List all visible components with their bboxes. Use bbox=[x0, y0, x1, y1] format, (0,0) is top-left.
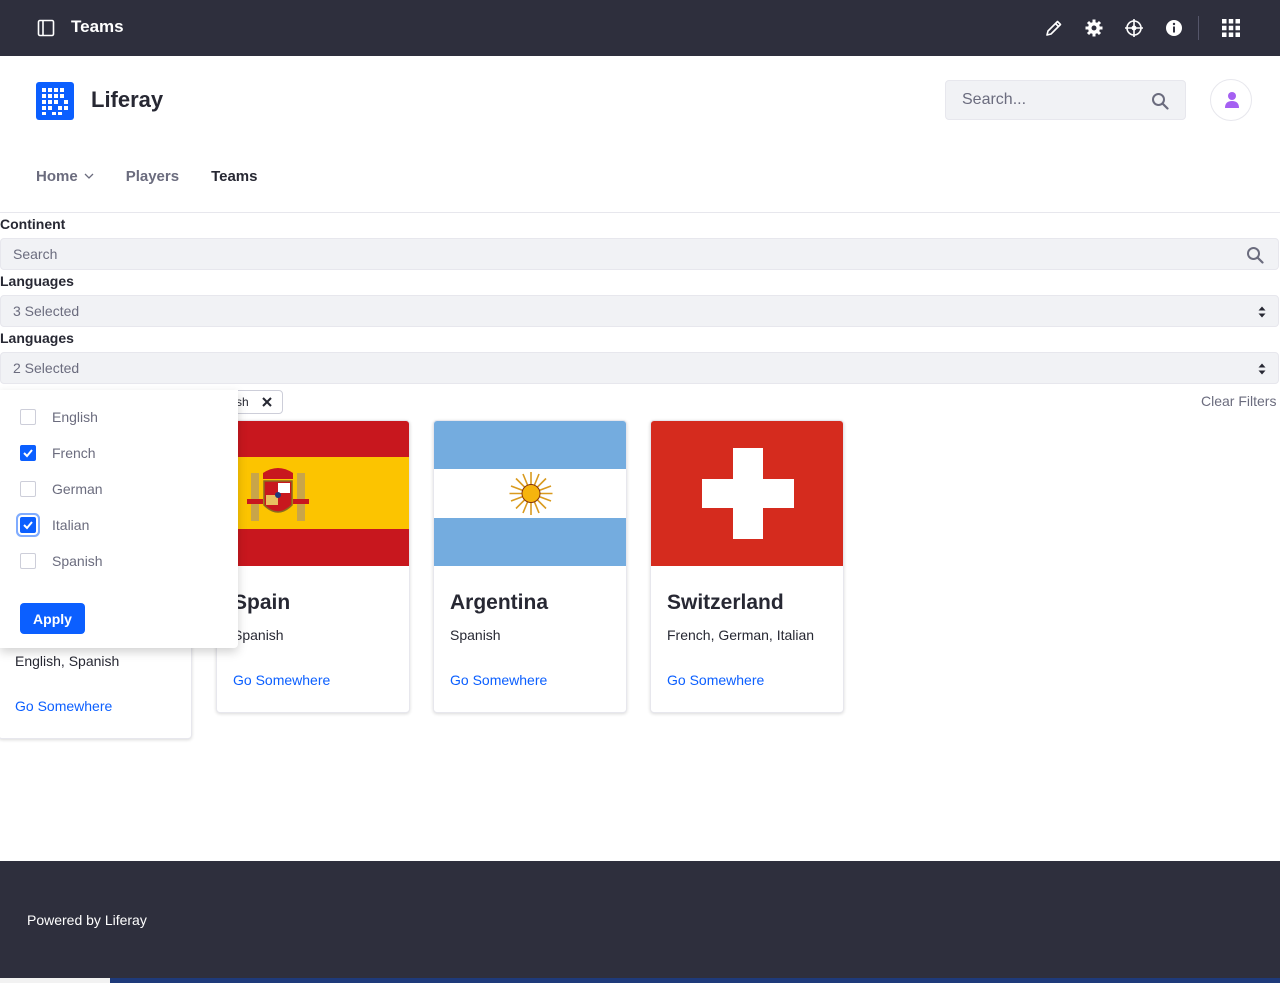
checkbox[interactable] bbox=[20, 409, 36, 425]
gear-icon[interactable] bbox=[1084, 18, 1104, 38]
languages-dropdown-menu: English French German Italian Spanish Ap… bbox=[0, 390, 238, 648]
nav-item-teams[interactable]: Teams bbox=[211, 166, 257, 186]
team-languages: French, German, Italian bbox=[667, 627, 815, 643]
nav-item-label: Home bbox=[36, 167, 78, 185]
user-avatar[interactable] bbox=[1210, 79, 1252, 121]
nav-item-label: Teams bbox=[211, 167, 258, 185]
go-somewhere-link[interactable]: Go Somewhere bbox=[15, 698, 112, 714]
user-icon bbox=[1225, 92, 1239, 108]
language-option-label: Italian bbox=[52, 517, 90, 533]
site-name[interactable]: Liferay bbox=[91, 87, 163, 113]
languages-select-value: 2 Selected bbox=[13, 360, 80, 376]
nav-item-players[interactable]: Players bbox=[126, 166, 179, 186]
go-somewhere-link[interactable]: Go Somewhere bbox=[233, 672, 330, 688]
language-option-label: German bbox=[52, 481, 103, 497]
checkbox[interactable] bbox=[20, 553, 36, 569]
nav-item-home[interactable]: Home bbox=[36, 166, 94, 186]
team-languages: Spanish bbox=[233, 627, 284, 643]
language-option-spanish[interactable]: Spanish bbox=[20, 553, 103, 569]
language-option-french[interactable]: French bbox=[20, 445, 96, 461]
argentina-flag-image bbox=[434, 421, 626, 566]
apps-grid-icon[interactable] bbox=[1221, 18, 1241, 38]
close-icon[interactable] bbox=[261, 396, 273, 408]
language-option-german[interactable]: German bbox=[20, 481, 103, 497]
team-title: Argentina bbox=[450, 591, 549, 614]
clear-filters-link[interactable]: Clear Filters bbox=[1201, 393, 1276, 409]
checkbox[interactable] bbox=[20, 517, 36, 533]
team-title: Spain bbox=[233, 591, 291, 614]
toolbar-divider bbox=[1198, 16, 1199, 40]
continent-search-placeholder: Search bbox=[13, 246, 58, 262]
language-option-italian[interactable]: Italian bbox=[20, 517, 89, 533]
nav-item-label: Players bbox=[125, 167, 180, 185]
control-menu: Teams bbox=[0, 0, 1280, 56]
team-languages: Spanish bbox=[450, 627, 501, 643]
language-option-label: Spanish bbox=[52, 553, 103, 569]
liferay-logo[interactable] bbox=[36, 82, 74, 120]
continent-search-field[interactable]: Search bbox=[0, 238, 1279, 270]
select-caret-icon bbox=[1258, 306, 1266, 318]
language-option-label: French bbox=[52, 445, 96, 461]
team-card-spain: Spain Spanish Go Somewhere bbox=[216, 420, 410, 713]
checkbox[interactable] bbox=[20, 481, 36, 497]
search-icon[interactable] bbox=[1246, 246, 1264, 264]
team-card-switzerland: Switzerland French, German, Italian Go S… bbox=[650, 420, 844, 713]
page-title: Teams bbox=[71, 17, 124, 36]
footer-text: Powered by Liferay bbox=[27, 912, 147, 928]
site-footer: Powered by Liferay bbox=[0, 861, 1280, 978]
go-somewhere-link[interactable]: Go Somewhere bbox=[450, 672, 547, 688]
bottom-strip bbox=[0, 978, 1280, 983]
language-option-label: English bbox=[52, 409, 98, 425]
bottom-strip-segment bbox=[0, 978, 110, 983]
checkbox[interactable] bbox=[20, 445, 36, 461]
go-somewhere-link[interactable]: Go Somewhere bbox=[667, 672, 764, 688]
info-icon[interactable] bbox=[1164, 18, 1184, 38]
language-option-english[interactable]: English bbox=[20, 409, 98, 425]
team-languages: English, Spanish bbox=[15, 653, 120, 669]
main-navigation: Home Players Teams bbox=[36, 166, 290, 186]
check-icon bbox=[23, 521, 33, 530]
team-card-argentina: Argentina Spanish Go Somewhere bbox=[433, 420, 627, 713]
continent-label: Continent bbox=[0, 216, 66, 232]
check-icon bbox=[23, 449, 33, 458]
search-icon[interactable] bbox=[1151, 92, 1169, 110]
languages-label: Languages bbox=[0, 330, 74, 346]
logo-mark-icon bbox=[42, 88, 68, 115]
languages-select-2[interactable]: 2 Selected bbox=[0, 352, 1279, 384]
apply-button[interactable]: Apply bbox=[20, 603, 85, 634]
chevron-down-icon bbox=[84, 173, 94, 179]
site-search bbox=[945, 80, 1186, 120]
site-header: Liferay Home Players Teams bbox=[0, 56, 1280, 213]
languages-label: Languages bbox=[0, 273, 74, 289]
pencil-icon[interactable] bbox=[1044, 18, 1064, 38]
team-title: Switzerland bbox=[667, 591, 784, 614]
spain-flag-image bbox=[217, 421, 409, 566]
search-input[interactable] bbox=[946, 81, 1146, 119]
switzerland-flag-image bbox=[651, 421, 843, 566]
select-caret-icon bbox=[1258, 363, 1266, 375]
languages-select-value: 3 Selected bbox=[13, 303, 80, 319]
side-panel-icon[interactable] bbox=[37, 19, 55, 37]
simulation-icon[interactable] bbox=[1124, 18, 1144, 38]
languages-select-1[interactable]: 3 Selected bbox=[0, 295, 1279, 327]
